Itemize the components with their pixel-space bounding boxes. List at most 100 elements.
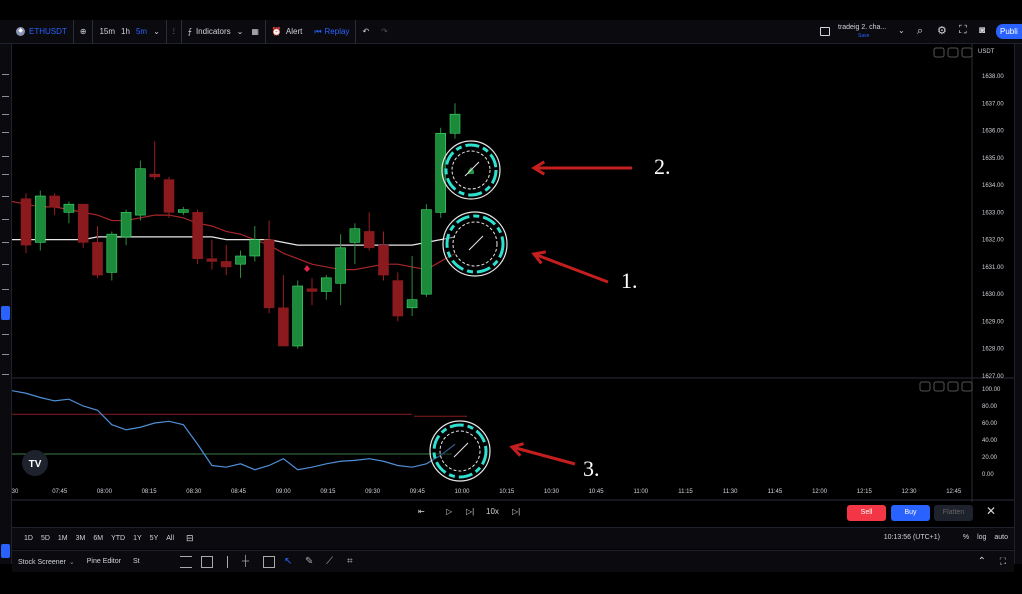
candle-up [406,299,418,309]
time-tick-label: 10:30 [544,489,560,495]
callout-label: 3. [583,456,600,481]
candle-up [249,239,261,257]
price-tick-label: 1637.00 [982,101,1004,107]
fullscreen-icon[interactable]: ⛶ [959,24,967,37]
replay-controls: ⇤ ▷ ▷| 10x ▷| Sell Buy Flatten ✕ [12,502,1014,524]
range-ytd[interactable]: YTD [107,535,129,542]
chart-type-button[interactable]: ⫶ [167,19,182,44]
candle-down [220,261,232,268]
candle-down [306,288,318,292]
tab-strategy-tester[interactable]: St [127,558,146,565]
layout-save-status: Save [858,33,870,39]
tab-label: Pine Editor [86,558,121,565]
cursor-tool-button[interactable] [1,306,10,320]
indicators-button[interactable]: ⨍ Indicators ⌄ ▦ [182,19,266,44]
layout-icon[interactable] [820,27,830,36]
range-6m[interactable]: 6M [89,535,107,542]
range-1m[interactable]: 1M [54,535,72,542]
layout-name[interactable]: tradeig 2. cha... Save [838,24,886,40]
object-tree-button[interactable] [1,544,10,558]
tab-pine-editor[interactable]: Pine Editor [81,558,127,565]
callout-ring-1 [442,211,508,277]
time-tick-label: 12:45 [946,489,962,495]
clock[interactable]: 10:13:56 (UTC+1) [884,534,940,541]
replay-label: Replay [324,27,350,36]
candle-up [34,195,46,243]
maximize-icon[interactable]: ⛶ [1000,556,1006,567]
date-range-icon[interactable]: ⊟ [186,533,194,544]
candle-up [449,113,461,134]
redo-button[interactable]: ↷ [375,20,394,44]
currency-label[interactable]: USDT [978,49,995,55]
tab-stock-screener[interactable]: Stock Screener ⌄ [12,558,81,566]
search-icon[interactable]: ⌕ [917,25,923,38]
cursor-icon[interactable]: ↖ [284,556,296,568]
exit-replay-icon[interactable]: ▷| [512,507,520,516]
publish-button[interactable]: Publi [996,24,1022,39]
oscillator-tick-label: 80.00 [982,404,998,410]
price-tick-label: 1632.00 [982,238,1004,244]
price-tick-label: 1629.00 [982,319,1004,325]
scale-options: % log auto [963,534,1008,541]
time-tick-label: 30 [12,489,19,495]
jump-to-start-icon[interactable]: ⇤ [418,507,425,516]
callout-ring-3 [429,420,491,482]
range-1y[interactable]: 1Y [129,535,146,542]
compare-button[interactable]: ⊕ [74,19,94,44]
candle-down [20,198,32,246]
replay-speed[interactable]: 10x [486,507,499,516]
undo-button[interactable]: ↶ [356,20,375,44]
chevron-up-icon[interactable]: ⌃ [978,556,986,567]
candle-down [206,258,218,262]
candle-up [63,203,75,213]
sell-button[interactable]: Sell [847,505,886,521]
oscillator-tick-label: 0.00 [982,472,994,478]
time-tick-label: 12:00 [812,489,828,495]
log-toggle[interactable]: log [977,534,986,541]
alert-button[interactable]: ⏰ Alert [266,20,308,44]
chevron-down-icon: ⌄ [68,558,75,566]
replay-button[interactable]: ⏮ Replay [308,19,357,44]
brush-icon[interactable]: ✎ [305,556,317,568]
camera-icon[interactable]: ◙ [979,25,985,36]
flatten-button[interactable]: Flatten [934,505,973,521]
templates-icon[interactable]: ▦ [251,27,259,36]
svg-text:TV: TV [29,459,42,470]
close-icon[interactable]: ✕ [986,504,996,518]
crosshair-icon[interactable]: ┼ [242,556,254,568]
interval-15m[interactable]: 15m [99,27,115,36]
pattern-icon[interactable]: ⌗ [347,556,359,568]
auto-toggle[interactable]: auto [994,534,1008,541]
time-tick-label: 10:00 [454,489,470,495]
vertical-line-icon[interactable] [227,556,233,568]
range-1d[interactable]: 1D [20,535,37,542]
candle-up [349,228,361,243]
tab-label: St [132,558,140,565]
range-3m[interactable]: 3M [72,535,90,542]
range-5y[interactable]: 5Y [146,535,163,542]
range-all[interactable]: All [162,535,178,542]
percent-toggle[interactable]: % [963,534,969,541]
play-icon[interactable]: ▷ [446,507,452,516]
chevron-down-icon[interactable]: ⌄ [898,26,905,35]
time-tick-label: 11:00 [634,489,649,495]
ruler-icon[interactable] [201,556,213,568]
step-forward-icon[interactable]: ▷| [466,507,474,516]
gear-icon[interactable]: ⚙ [937,24,947,37]
rectangle-icon[interactable] [263,556,275,568]
buy-button[interactable]: Buy [891,505,930,521]
candle-down [149,173,160,178]
undo-icon: ↶ [362,27,370,36]
list-icon[interactable] [180,556,192,568]
interval-1h[interactable]: 1h [121,27,130,36]
time-tick-label: 08:30 [186,489,202,495]
chevron-down-icon[interactable]: ⌄ [153,27,160,36]
trendline-icon[interactable]: ⟋ [326,556,338,568]
indicators-label: Indicators [195,27,231,36]
interval-5m[interactable]: 5m [136,27,147,36]
candles-icon: ⫶ [172,26,175,36]
price-tick-label: 1638.00 [982,74,1004,80]
chart-area[interactable]: 1638.00 1637.00 1636.00 1635.00 1634.00 1633.… [12,44,1014,502]
range-5d[interactable]: 5D [37,535,54,542]
symbol-search[interactable]: ◆ ETHUSDT [0,19,74,44]
